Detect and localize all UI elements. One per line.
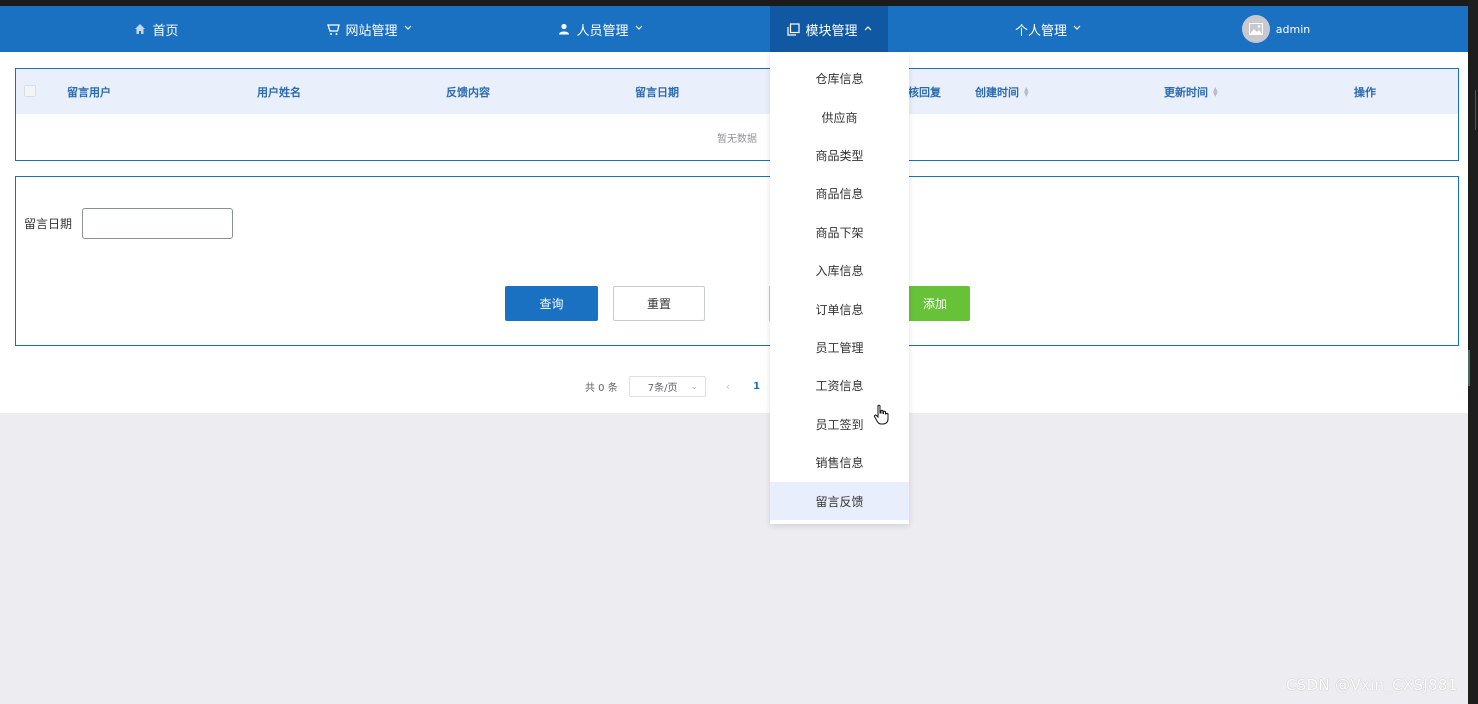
sort-icon[interactable]: ▲ ▼ xyxy=(1024,86,1029,97)
column-header: 用户姓名 xyxy=(257,85,301,99)
pagination-total: 共 0 条 xyxy=(585,382,618,394)
column-header-sortable[interactable]: 更新时间 ▲ ▼ xyxy=(1164,69,1218,114)
prev-page-button[interactable]: ‹ xyxy=(726,380,730,393)
watermark: CSDN @Vxin_CXSJ881 xyxy=(1286,676,1458,694)
top-navbar: 首页 网站管理 人员管理 模块管理 个人管理 admin xyxy=(0,6,1468,52)
column-header-label: 更新时间 xyxy=(1164,85,1208,99)
user-name: admin xyxy=(1275,22,1311,36)
nav-home[interactable]: 首页 xyxy=(130,6,182,52)
nav-site-manage[interactable]: 网站管理 xyxy=(325,6,413,52)
nav-people-manage[interactable]: 人员管理 xyxy=(556,6,644,52)
chevron-down-icon xyxy=(1073,24,1081,34)
copy-icon xyxy=(786,22,800,36)
user-icon xyxy=(557,22,571,36)
menu-item-product-type[interactable]: 商品类型 xyxy=(770,136,909,174)
chevron-down-icon xyxy=(635,24,643,34)
nav-people-manage-label: 人员管理 xyxy=(576,23,629,39)
menu-item-supplier[interactable]: 供应商 xyxy=(770,98,909,136)
column-header: 留言日期 xyxy=(635,85,679,99)
menu-item-sales[interactable]: 销售信息 xyxy=(770,443,909,481)
column-header: 核回复 xyxy=(908,85,941,99)
cart-icon xyxy=(326,22,340,36)
home-icon xyxy=(133,22,147,36)
nav-module-manage-label: 模块管理 xyxy=(805,23,858,39)
nav-module-manage[interactable]: 模块管理 xyxy=(770,6,888,52)
menu-item-warehouse[interactable]: 仓库信息 xyxy=(770,59,909,97)
column-header-sortable[interactable]: 创建时间 ▲ ▼ xyxy=(975,69,1029,114)
menu-item-product-info[interactable]: 商品信息 xyxy=(770,174,909,212)
nav-home-label: 首页 xyxy=(152,23,179,39)
add-button[interactable]: 添加 xyxy=(900,286,970,321)
sort-icon[interactable]: ▲ ▼ xyxy=(1213,86,1218,97)
page-size-value: 7条/页 xyxy=(647,382,678,394)
page-number[interactable]: 1 xyxy=(753,381,760,392)
data-table: 留言用户 用户姓名 反馈内容 留言日期 核回复 创建时间 ▲ ▼ 更新时间 ▲ ▼ … xyxy=(15,68,1459,161)
empty-text: 暂无数据 xyxy=(717,133,757,145)
column-header-label: 创建时间 xyxy=(975,85,1019,99)
menu-item-product-offshelf[interactable]: 商品下架 xyxy=(770,213,909,251)
table-header: 留言用户 用户姓名 反馈内容 留言日期 核回复 创建时间 ▲ ▼ 更新时间 ▲ ▼ … xyxy=(16,69,1458,114)
menu-item-feedback[interactable]: 留言反馈 xyxy=(770,482,909,520)
nav-personal-manage-label: 个人管理 xyxy=(1014,23,1067,39)
menu-item-stock-in[interactable]: 入库信息 xyxy=(770,251,909,289)
hand-cursor-icon xyxy=(873,404,889,426)
search-form: 留言日期 查询 重置 添加 xyxy=(15,176,1459,346)
chevron-up-icon xyxy=(864,24,872,34)
image-placeholder-icon xyxy=(1248,23,1263,35)
column-header: 反馈内容 xyxy=(446,85,490,99)
module-dropdown-menu: 仓库信息 供应商 商品类型 商品信息 商品下架 入库信息 订单信息 员工管理 工… xyxy=(770,52,909,524)
select-all-checkbox[interactable] xyxy=(24,85,36,97)
nav-user-menu[interactable]: admin xyxy=(1241,6,1311,52)
menu-item-employee[interactable]: 员工管理 xyxy=(770,328,909,366)
pagination: 共 0 条 7条/页 ⌄ ‹ 1 xyxy=(585,375,760,397)
nav-personal-manage[interactable]: 个人管理 xyxy=(1012,6,1084,52)
menu-item-salary[interactable]: 工资信息 xyxy=(770,366,909,404)
reset-button[interactable]: 重置 xyxy=(613,286,705,321)
chevron-down-icon xyxy=(404,24,412,34)
page-size-select[interactable]: 7条/页 ⌄ xyxy=(628,375,706,397)
column-header: 操作 xyxy=(1354,85,1376,99)
date-label: 留言日期 xyxy=(24,217,73,231)
chevron-down-icon: ⌄ xyxy=(691,381,698,391)
avatar xyxy=(1241,15,1270,43)
date-input[interactable] xyxy=(82,208,233,239)
column-header: 留言用户 xyxy=(67,85,111,99)
window-right-strip xyxy=(1468,0,1478,704)
nav-site-manage-label: 网站管理 xyxy=(345,23,398,39)
menu-item-order[interactable]: 订单信息 xyxy=(770,290,909,328)
query-button[interactable]: 查询 xyxy=(505,286,598,321)
